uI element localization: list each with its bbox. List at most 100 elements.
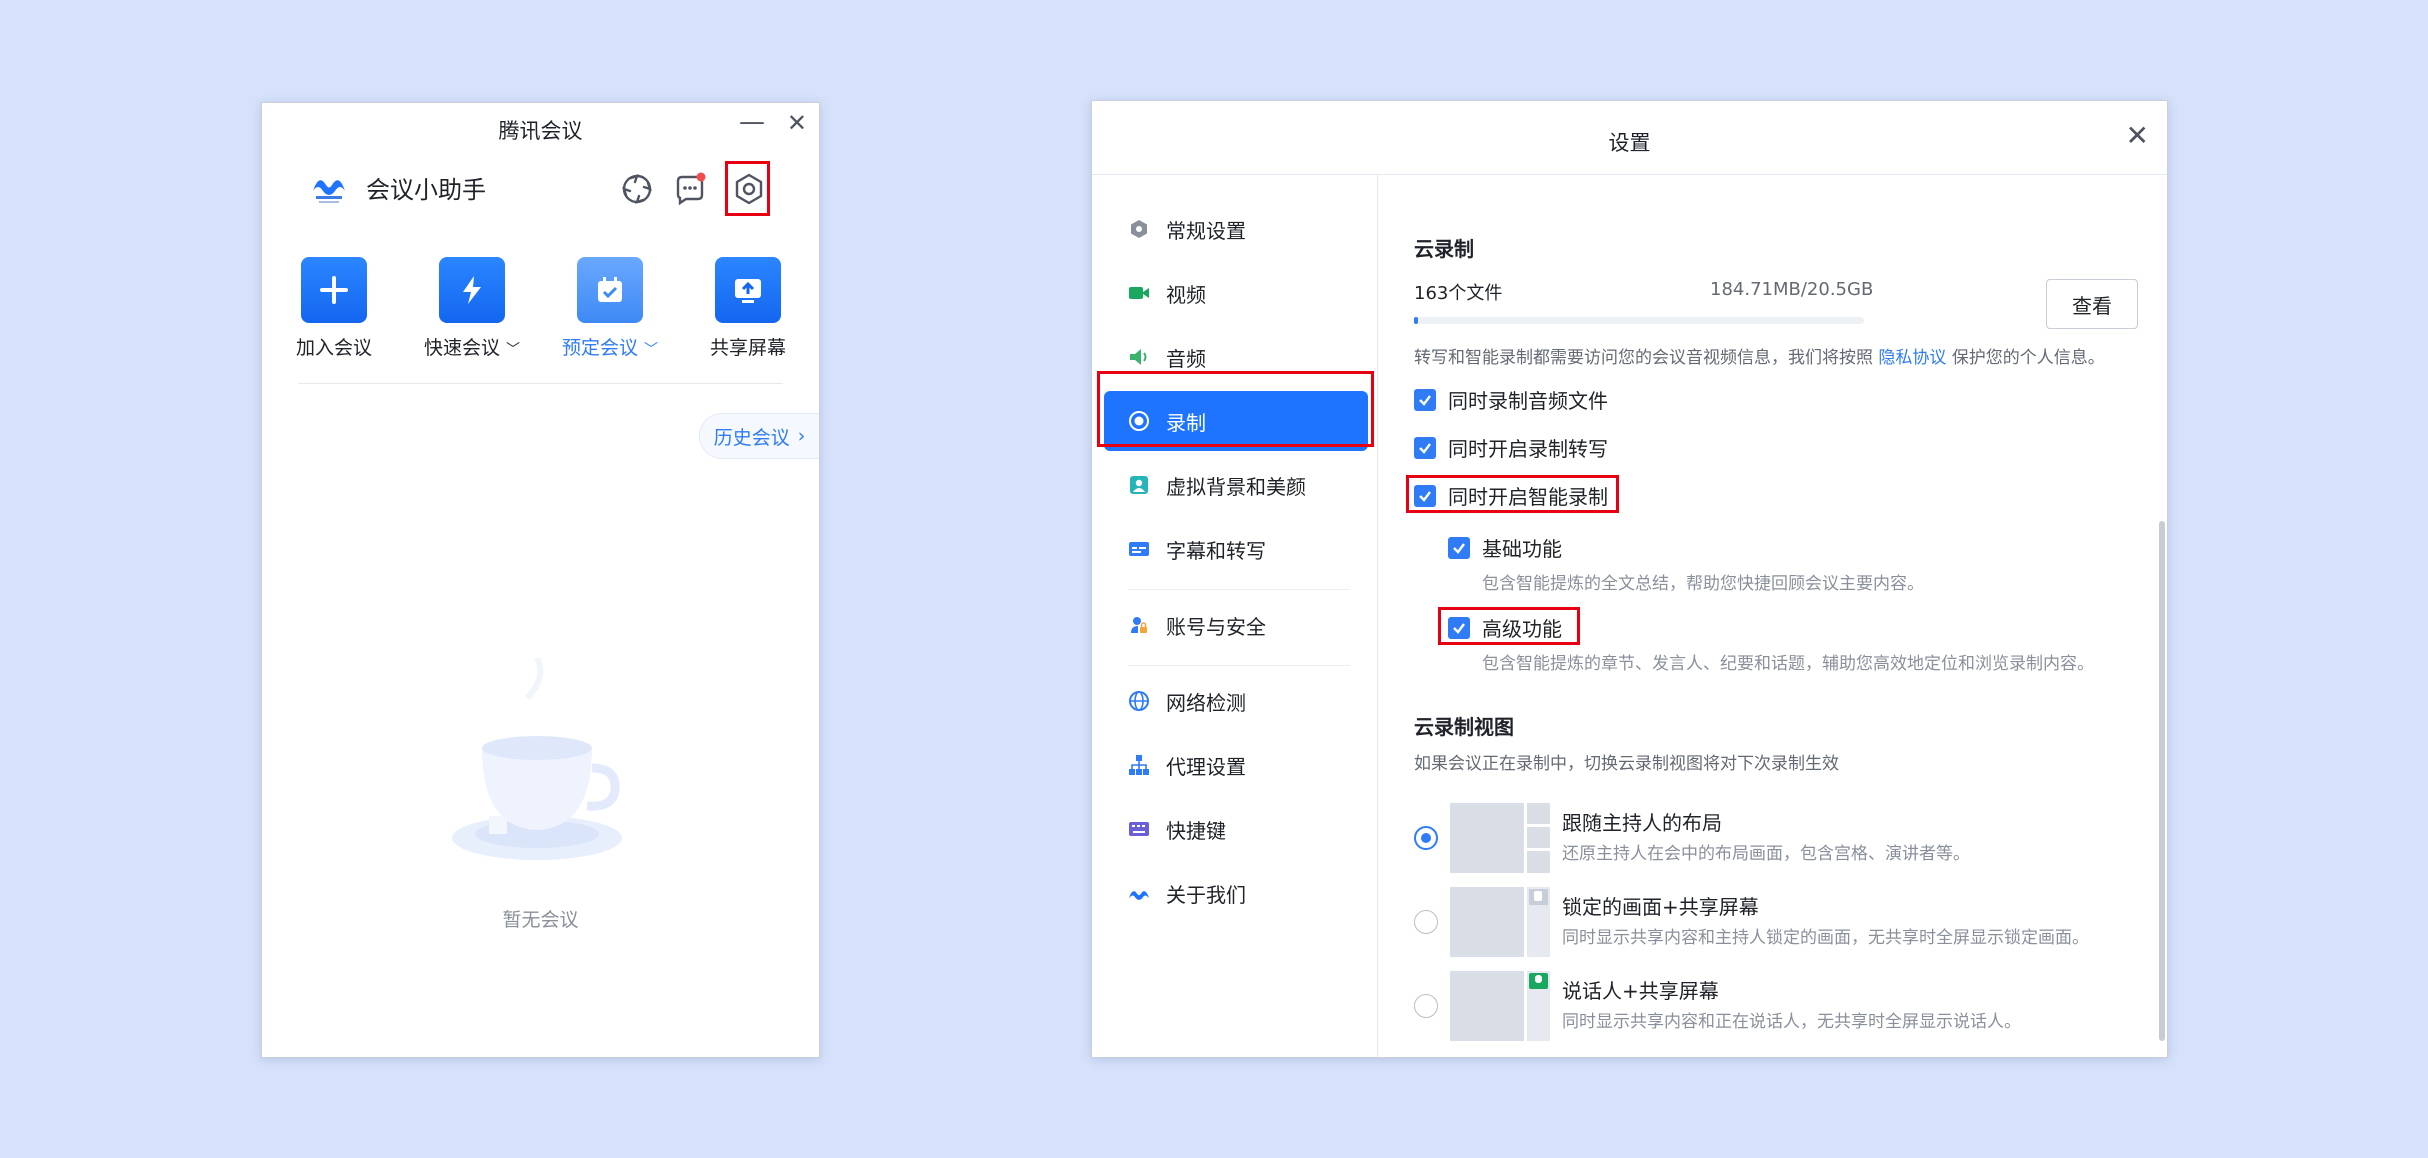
checkbox-checked-icon[interactable] (1448, 536, 1470, 559)
sidebar-item-shortcuts[interactable]: 快捷键 (1104, 799, 1368, 859)
option-label: 基础功能 (1482, 537, 1562, 561)
storage-progress-fill (1414, 317, 1419, 324)
settings-window: 设置 ✕ 常规设置 视频 音频 录制 虚拟背景和美颜 字幕和转写 账号与安全 网… (1091, 100, 2168, 1058)
keyboard-icon (1128, 818, 1150, 840)
privacy-policy-link[interactable]: 隐私协议 (1878, 348, 1946, 368)
radio-unselected-icon[interactable] (1414, 994, 1438, 1018)
sidebar-item-captions[interactable]: 字幕和转写 (1104, 519, 1368, 579)
chevron-down-icon[interactable]: ﹀ (506, 342, 520, 358)
record-audio-file-option[interactable]: 同时录制音频文件 (1414, 385, 1608, 414)
recording-view-hint: 如果会议正在录制中，切换云录制视图将对下次录制生效 (1414, 754, 1839, 774)
privacy-note-prefix: 转写和智能录制都需要访问您的会议音视频信息，我们将按照 (1414, 348, 1873, 368)
cloud-recording-title: 云录制 (1414, 237, 1474, 261)
quick-actions: 加入会议 快速会议 ﹀ 预定会议 ﹀ 共享屏幕 (262, 257, 819, 367)
privacy-note-suffix: 保护您的个人信息。 (1951, 348, 2105, 368)
lightning-icon (439, 257, 505, 323)
divider (298, 383, 783, 384)
schedule-meeting-label: 预定会议 (561, 337, 638, 359)
layout-title: 跟随主持人的布局 (1562, 811, 1722, 835)
sidebar-item-video[interactable]: 视频 (1104, 263, 1368, 323)
schedule-meeting-action[interactable]: 预定会议 ﹀ (550, 257, 670, 360)
record-transcription-option[interactable]: 同时开启录制转写 (1414, 433, 1608, 462)
join-meeting-action[interactable]: 加入会议 (274, 257, 394, 360)
chat-icon[interactable] (670, 169, 710, 209)
minimize-button[interactable]: — (739, 109, 765, 135)
checkbox-checked-icon[interactable] (1414, 436, 1436, 459)
quick-meeting-action[interactable]: 快速会议 ﹀ (412, 257, 532, 360)
speaker-share-thumbnail-icon (1450, 971, 1550, 1041)
storage-usage: 184.71MB/20.5GB (1710, 279, 1874, 300)
privacy-note: 转写和智能录制都需要访问您的会议音视频信息，我们将按照 隐私协议 保护您的个人信… (1414, 343, 2105, 368)
tencent-meeting-logo-icon (1128, 882, 1150, 904)
chevron-down-icon[interactable]: ﹀ (644, 342, 658, 358)
sidebar-item-proxy[interactable]: 代理设置 (1104, 735, 1368, 795)
gear-icon (1128, 218, 1150, 240)
meeting-main-window: 腾讯会议 — ✕ 会议小助手 加入会议 快速会议 ﹀ 预定会议 ﹀ 共享屏幕 历… (261, 102, 820, 1058)
smart-recording-highlight-box (1406, 475, 1619, 513)
advanced-features-highlight-box (1438, 607, 1580, 645)
file-count: 163个文件 (1414, 283, 1503, 304)
basic-features-option[interactable]: 基础功能 (1448, 533, 1562, 562)
recording-nav-highlight-box (1097, 371, 1374, 447)
chevron-right-icon: › (797, 425, 806, 447)
window-title: 腾讯会议 (498, 119, 583, 143)
sidebar-item-virtual-background[interactable]: 虚拟背景和美颜 (1104, 455, 1368, 515)
layout-option-follow-host[interactable]: 跟随主持人的布局 还原主持人在会中的布局画面，包含宫格、演讲者等。 (1414, 803, 2154, 873)
radio-selected-icon[interactable] (1414, 826, 1438, 850)
history-label: 历史会议 (713, 426, 790, 449)
assistant-header: 会议小助手 (310, 169, 486, 205)
sync-icon[interactable] (617, 169, 657, 209)
radio-unselected-icon[interactable] (1414, 910, 1438, 934)
calendar-icon (577, 257, 643, 323)
speaker-icon (1128, 346, 1150, 368)
sidebar-item-label: 音频 (1166, 346, 1206, 371)
sidebar-item-label: 代理设置 (1166, 754, 1246, 779)
sidebar-item-about[interactable]: 关于我们 (1104, 863, 1368, 923)
assistant-name: 会议小助手 (366, 175, 486, 204)
tencent-meeting-logo-icon (313, 180, 345, 203)
advanced-features-desc: 包含智能提炼的章节、发言人、纪要和话题，辅助您高效地定位和浏览录制内容。 (1482, 654, 2094, 674)
share-screen-icon (715, 257, 781, 323)
join-meeting-label: 加入会议 (295, 337, 372, 359)
network-tree-icon (1128, 754, 1150, 776)
layout-title: 说话人+共享屏幕 (1562, 979, 1719, 1003)
close-button[interactable]: ✕ (2126, 119, 2149, 152)
layout-desc: 同时显示共享内容和正在说话人，无共享时全屏显示说话人。 (1562, 1012, 2021, 1032)
settings-sidebar: 常规设置 视频 音频 录制 虚拟背景和美颜 字幕和转写 账号与安全 网络检测 代… (1092, 175, 1378, 1057)
view-files-button[interactable]: 查看 (2046, 279, 2138, 329)
portrait-icon (1128, 474, 1150, 496)
storage-progress-bar (1414, 317, 1864, 324)
plus-icon (301, 257, 367, 323)
layout-desc: 还原主持人在会中的布局画面，包含宫格、演讲者等。 (1562, 844, 1970, 864)
settings-title: 设置 (1608, 131, 1651, 155)
option-label: 同时开启录制转写 (1448, 437, 1608, 461)
sidebar-item-label: 字幕和转写 (1166, 538, 1266, 563)
close-button[interactable]: ✕ (787, 111, 807, 135)
sidebar-item-label: 关于我们 (1166, 882, 1246, 907)
share-screen-action[interactable]: 共享屏幕 (688, 257, 808, 360)
quick-meeting-label: 快速会议 (423, 337, 500, 359)
layout-title: 锁定的画面+共享屏幕 (1562, 895, 1759, 919)
recording-settings-panel: 云录制 163个文件 184.71MB/20.5GB 查看 转写和智能录制都需要… (1406, 175, 2167, 1057)
sidebar-item-label: 虚拟背景和美颜 (1166, 474, 1306, 499)
sidebar-item-label: 快捷键 (1166, 818, 1226, 843)
sidebar-item-label: 常规设置 (1166, 218, 1246, 243)
caption-icon (1128, 538, 1150, 560)
sidebar-divider (1128, 589, 1350, 590)
history-meetings-button[interactable]: 历史会议 › (699, 413, 819, 459)
checkbox-checked-icon[interactable] (1414, 388, 1436, 411)
recording-view-title: 云录制视图 (1414, 715, 1514, 739)
sidebar-item-label: 账号与安全 (1166, 614, 1266, 639)
sidebar-item-network-test[interactable]: 网络检测 (1104, 671, 1368, 731)
option-label: 同时录制音频文件 (1448, 389, 1608, 413)
scrollbar[interactable] (2159, 521, 2165, 1041)
sidebar-item-label: 网络检测 (1166, 690, 1246, 715)
layout-option-speaker-share[interactable]: 说话人+共享屏幕 同时显示共享内容和正在说话人，无共享时全屏显示说话人。 (1414, 971, 2154, 1041)
locked-share-thumbnail-icon (1450, 887, 1550, 957)
sidebar-item-account-security[interactable]: 账号与安全 (1104, 595, 1368, 655)
empty-state-text: 暂无会议 (502, 909, 579, 931)
layout-option-locked-share[interactable]: 锁定的画面+共享屏幕 同时显示共享内容和主持人锁定的画面，无共享时全屏显示锁定画… (1414, 887, 2154, 957)
sidebar-item-label: 视频 (1166, 282, 1206, 307)
sidebar-divider (1128, 665, 1350, 666)
sidebar-item-general[interactable]: 常规设置 (1104, 199, 1368, 259)
